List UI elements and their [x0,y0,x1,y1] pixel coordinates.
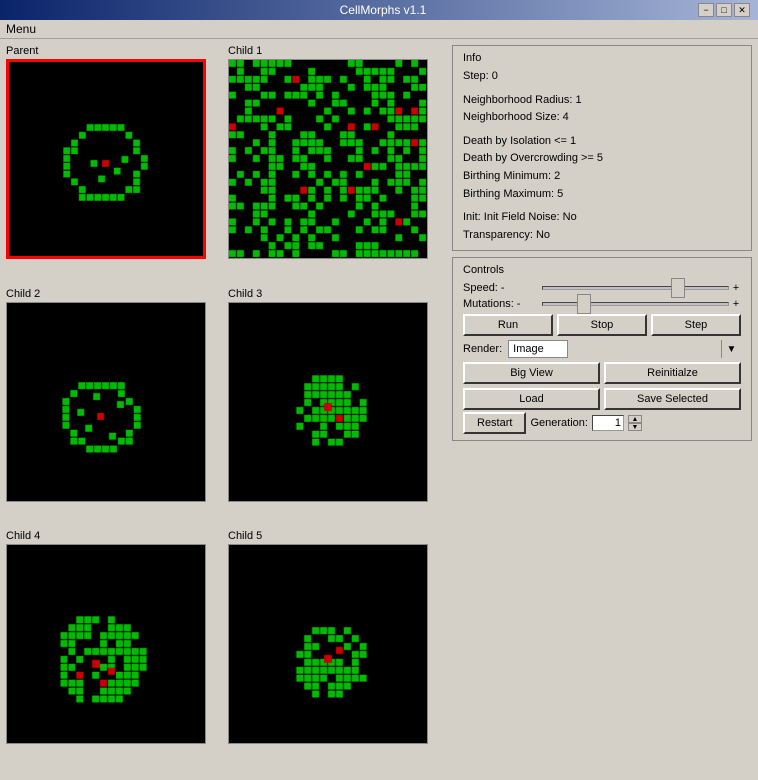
controls-box: Controls Speed: - + Mutations: - + Run S… [452,257,752,441]
load-button[interactable]: Load [463,388,600,410]
info-neighborhood-size: Neighborhood Size: 4 [463,109,741,127]
info-box: Info Step: 0 Neighborhood Radius: 1 Neig… [452,45,752,251]
big-view-reinit-row: Big View Reinitialze [463,362,741,384]
mutations-row: Mutations: - + [463,298,741,310]
child4-label: Child 4 [6,530,224,542]
close-button[interactable]: ✕ [734,3,750,17]
render-row: Render: Image Color Grayscale ▼ [463,340,741,358]
child5-label: Child 5 [228,530,446,542]
speed-plus-icon[interactable]: + [731,282,741,294]
controls-title: Controls [463,264,741,276]
child5-canvas[interactable] [228,544,428,744]
info-birthing-min: Birthing Minimum: 2 [463,168,741,186]
stop-button[interactable]: Stop [557,314,647,336]
parent-canvas[interactable] [6,59,206,259]
title-bar: CellMorphs v1.1 − □ ✕ [0,0,758,20]
child1-label: Child 1 [228,45,446,57]
generation-down-button[interactable]: ▼ [628,423,642,431]
menu-bar[interactable]: Menu [0,20,758,39]
cell-grid: Parent Child 1 Child 2 Child 3 Child 4 [6,45,446,769]
child2-container: Child 2 [6,288,224,527]
big-view-button[interactable]: Big View [463,362,600,384]
child4-container: Child 4 [6,530,224,769]
render-select[interactable]: Image Color Grayscale [508,340,568,358]
generation-input[interactable] [592,415,624,431]
child2-label: Child 2 [6,288,224,300]
parent-container: Parent [6,45,224,284]
step-button[interactable]: Step [651,314,741,336]
speed-label: Speed: - [463,282,538,294]
render-label: Render: [463,343,502,355]
restart-button[interactable]: Restart [463,412,526,434]
mutations-plus-icon[interactable]: + [731,298,741,310]
load-save-row: Load Save Selected [463,388,741,410]
minimize-button[interactable]: − [698,3,714,17]
child3-container: Child 3 [228,288,446,527]
select-arrow-icon: ▼ [721,340,741,358]
child5-container: Child 5 [228,530,446,769]
render-select-wrapper: Image Color Grayscale ▼ [508,340,741,358]
generation-up-button[interactable]: ▲ [628,415,642,423]
info-title: Info [463,52,741,64]
generation-label: Generation: [530,417,587,429]
maximize-button[interactable]: □ [716,3,732,17]
info-init: Init: Init Field Noise: No [463,209,741,227]
run-stop-step-row: Run Stop Step [463,314,741,336]
info-neighborhood-radius: Neighborhood Radius: 1 [463,92,741,110]
speed-slider[interactable] [542,286,729,290]
info-death-overcrowding: Death by Overcrowding >= 5 [463,150,741,168]
run-button[interactable]: Run [463,314,553,336]
child2-canvas[interactable] [6,302,206,502]
info-death-isolation: Death by Isolation <= 1 [463,133,741,151]
child4-canvas[interactable] [6,544,206,744]
mutations-slider[interactable] [542,302,729,306]
save-selected-button[interactable]: Save Selected [604,388,741,410]
info-transparency: Transparency: No [463,227,741,245]
title-bar-text: CellMorphs v1.1 [68,3,698,17]
child1-canvas[interactable] [228,59,428,259]
speed-row: Speed: - + [463,282,741,294]
mutations-label: Mutations: - [463,298,538,310]
child3-label: Child 3 [228,288,446,300]
child1-container: Child 1 [228,45,446,284]
reinitialize-button[interactable]: Reinitialze [604,362,741,384]
info-step: Step: 0 [463,68,741,86]
info-birthing-max: Birthing Maximum: 5 [463,186,741,204]
restart-generation-row: Restart Generation: ▲ ▼ [463,412,741,434]
child3-canvas[interactable] [228,302,428,502]
right-panel: Info Step: 0 Neighborhood Radius: 1 Neig… [452,45,752,769]
generation-spinners: ▲ ▼ [628,415,642,431]
menu-label[interactable]: Menu [6,22,36,36]
parent-label: Parent [6,45,224,57]
